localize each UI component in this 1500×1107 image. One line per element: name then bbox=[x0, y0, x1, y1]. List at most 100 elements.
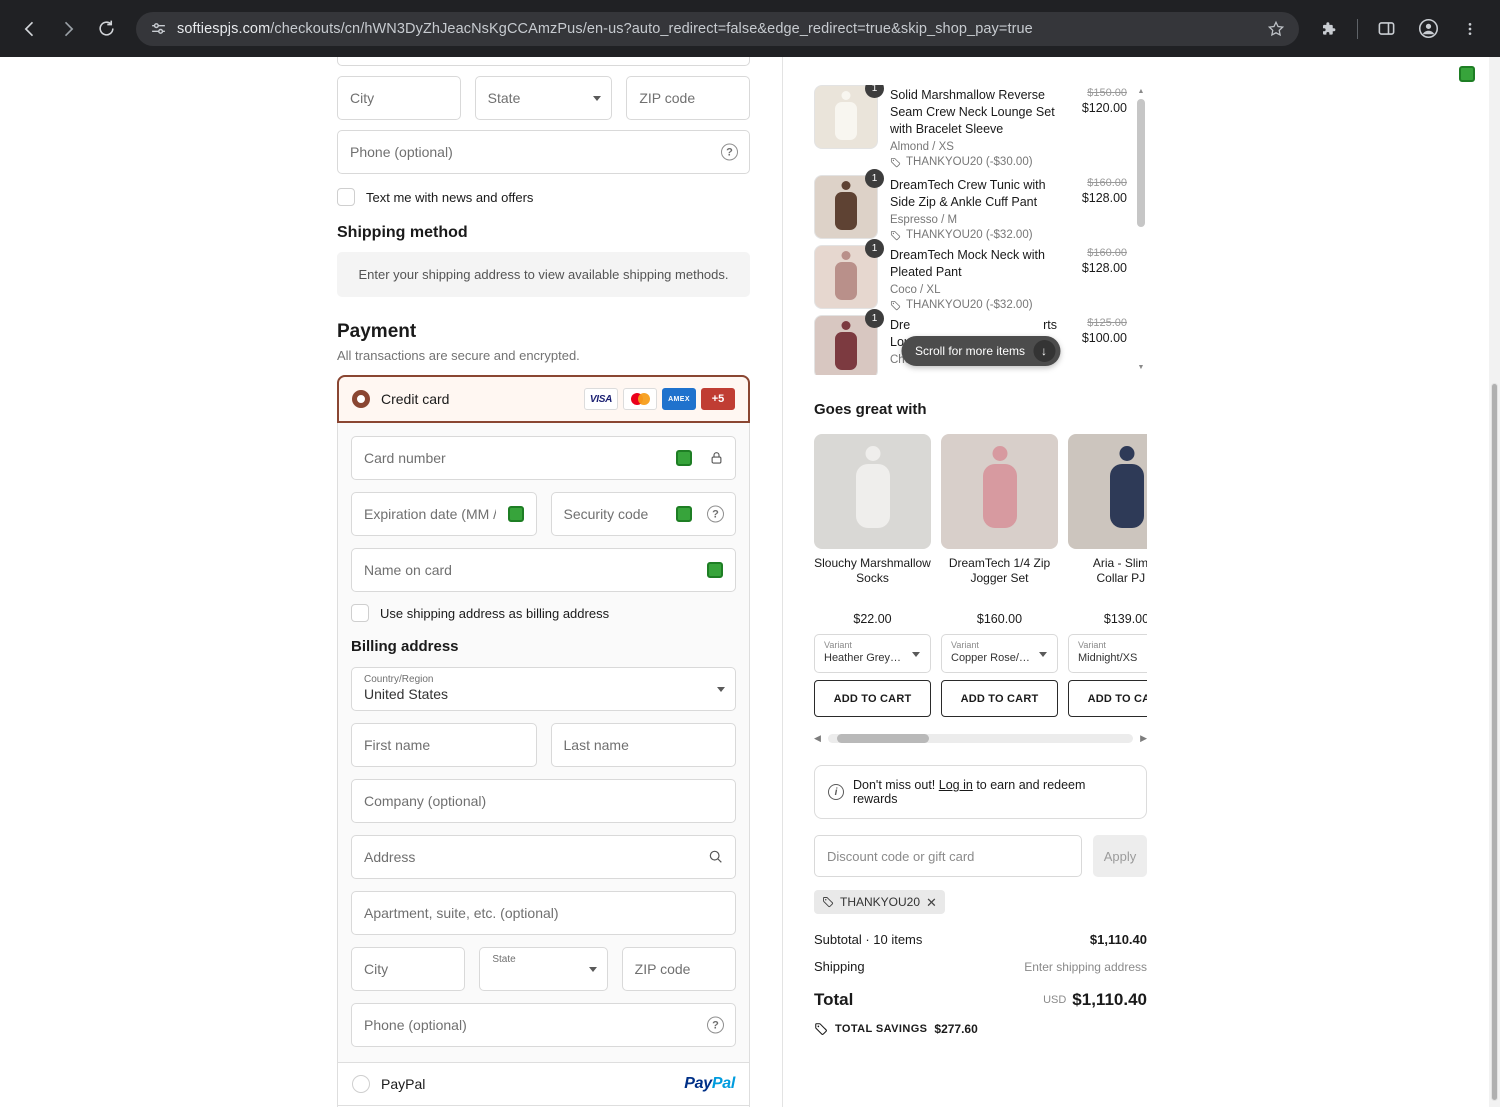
browser-toolbar: softiespjs.com/checkouts/cn/hWN3DyZhJeac… bbox=[0, 0, 1500, 57]
upsell-scrollbar[interactable]: ◀ ▶ bbox=[814, 731, 1147, 745]
original-price: $150.00 bbox=[1087, 87, 1127, 99]
current-price: $128.00 bbox=[1081, 191, 1127, 205]
subtotal-label: Subtotal · 10 items bbox=[814, 932, 923, 947]
variant-label: Variant bbox=[824, 640, 852, 650]
rewards-banner: i Don't miss out! Log in to earn and red… bbox=[814, 765, 1147, 819]
billing-company-input[interactable] bbox=[351, 779, 736, 823]
discount-row: Apply bbox=[814, 835, 1147, 877]
autofill-extension-icon[interactable] bbox=[507, 506, 524, 522]
upsell-card: Aria - Slim NCollar PJ S $139.00 Variant… bbox=[1068, 434, 1147, 717]
add-to-cart-button[interactable]: ADD TO CART bbox=[1068, 680, 1147, 717]
profile-icon[interactable] bbox=[1410, 11, 1446, 47]
amex-icon: AMEX bbox=[662, 388, 696, 410]
scroll-left-arrow-icon[interactable]: ◀ bbox=[814, 733, 821, 744]
back-button[interactable] bbox=[12, 11, 48, 47]
billing-state-select[interactable]: State bbox=[479, 947, 608, 991]
billing-phone-input[interactable] bbox=[351, 1003, 736, 1047]
cart-scrollbar-thumb[interactable] bbox=[1137, 99, 1145, 227]
extension-overlay-icon[interactable] bbox=[1459, 66, 1475, 82]
billing-address-input[interactable] bbox=[351, 835, 736, 879]
payment-title: Payment bbox=[337, 321, 417, 342]
scroll-up-arrow-icon[interactable]: ▲ bbox=[1138, 87, 1145, 97]
address-bar[interactable]: softiespjs.com/checkouts/cn/hWN3DyZhJeac… bbox=[136, 11, 1299, 46]
apply-discount-button[interactable]: Apply bbox=[1093, 835, 1147, 877]
security-code-help-icon[interactable]: ? bbox=[707, 505, 724, 523]
autofill-extension-icon[interactable] bbox=[707, 562, 723, 578]
scroll-right-arrow-icon[interactable]: ▶ bbox=[1140, 733, 1147, 744]
discount-code-input[interactable] bbox=[814, 835, 1082, 877]
site-info-icon[interactable] bbox=[150, 20, 167, 37]
scroll-down-arrow-icon[interactable]: ▼ bbox=[1138, 363, 1145, 373]
upsell-product-price: $139.00 bbox=[1103, 612, 1147, 626]
variant-select[interactable]: Variant Copper Rose/… bbox=[941, 634, 1058, 673]
toolbar-divider bbox=[1357, 18, 1358, 39]
billing-same-checkbox[interactable] bbox=[351, 604, 369, 622]
product-photo bbox=[835, 262, 857, 300]
shipping-phone-input[interactable] bbox=[337, 130, 750, 174]
cart-item-title: DreamTech Mock Neck with Pleated Pant bbox=[890, 248, 1045, 279]
upsell-product-price: $22.00 bbox=[853, 612, 892, 626]
menu-icon[interactable] bbox=[1452, 11, 1488, 47]
page-scrollbar[interactable] bbox=[1489, 57, 1500, 1107]
add-to-cart-button[interactable]: ADD TO CART bbox=[814, 680, 931, 717]
shipping-city-input[interactable] bbox=[337, 76, 461, 120]
cart-list-scrollbar[interactable]: ▲ ▼ bbox=[1135, 87, 1147, 373]
cart-item-title: DreamTech Crew Tunic with Side Zip & Ank… bbox=[890, 178, 1046, 209]
cart-items-list[interactable]: 1 Solid Marshmallow Reverse Seam Crew Ne… bbox=[814, 85, 1147, 375]
cart-item-prices: $125.00 $100.00 bbox=[1071, 315, 1127, 375]
cart-item: 1 DreamTech Crew Tunic with Side Zip & A… bbox=[814, 169, 1127, 241]
billing-city-input[interactable] bbox=[351, 947, 466, 991]
total-label: Total bbox=[814, 990, 854, 1009]
paypal-radio[interactable] bbox=[352, 1075, 370, 1093]
upsell-product-image bbox=[941, 434, 1058, 549]
upsell-scrollbar-thumb[interactable] bbox=[836, 733, 929, 743]
address-field-partial[interactable] bbox=[337, 57, 750, 66]
autofill-extension-icon[interactable] bbox=[676, 450, 692, 466]
billing-apartment-input[interactable] bbox=[351, 891, 736, 935]
credit-card-radio[interactable] bbox=[352, 390, 370, 408]
savings-value: $277.60 bbox=[934, 1022, 978, 1036]
billing-first-name-input[interactable] bbox=[351, 723, 537, 767]
billing-zip-input[interactable] bbox=[621, 947, 736, 991]
payment-subtitle: All transactions are secure and encrypte… bbox=[337, 348, 580, 363]
news-optin-checkbox[interactable] bbox=[337, 188, 355, 206]
autofill-extension-icon[interactable] bbox=[676, 506, 692, 522]
product-thumbnail: 1 bbox=[814, 239, 884, 309]
scroll-more-label: Scroll for more items bbox=[914, 344, 1026, 358]
current-price: $128.00 bbox=[1081, 261, 1127, 275]
credit-card-option[interactable]: Credit card VISA AMEX +5 bbox=[337, 375, 750, 423]
shipping-zip-input[interactable] bbox=[626, 76, 751, 120]
total-row: Total USD $1,110.40 bbox=[814, 990, 1147, 1010]
billing-last-name-input[interactable] bbox=[550, 723, 736, 767]
forward-button[interactable] bbox=[50, 11, 86, 47]
scroll-more-tooltip[interactable]: Scroll for more items ↓ bbox=[900, 336, 1061, 366]
phone-help-icon[interactable]: ? bbox=[721, 143, 738, 161]
country-region-value: United States bbox=[364, 686, 449, 702]
visa-icon: VISA bbox=[584, 388, 618, 410]
shipping-state-select[interactable]: State bbox=[474, 76, 613, 120]
remove-discount-icon[interactable]: ✕ bbox=[926, 896, 937, 909]
tag-icon bbox=[815, 1023, 827, 1035]
news-optin-row[interactable]: Text me with news and offers bbox=[337, 188, 750, 206]
variant-label: Variant bbox=[1078, 640, 1106, 650]
name-on-card-input[interactable] bbox=[351, 548, 736, 592]
cart-item: 1 Solid Marshmallow Reverse Seam Crew Ne… bbox=[814, 85, 1127, 168]
cart-item-title: Solid Marshmallow Reverse Seam Crew Neck… bbox=[890, 88, 1055, 136]
extensions-icon[interactable] bbox=[1311, 11, 1347, 47]
order-summary-pane: 1 Solid Marshmallow Reverse Seam Crew Ne… bbox=[782, 57, 1500, 1107]
original-price: $160.00 bbox=[1087, 177, 1127, 189]
reload-button[interactable] bbox=[88, 11, 124, 47]
add-to-cart-button[interactable]: ADD TO CART bbox=[941, 680, 1058, 717]
variant-select[interactable]: Variant Midnight/XS bbox=[1068, 634, 1147, 673]
billing-same-row[interactable]: Use shipping address as billing address bbox=[351, 604, 736, 622]
card-brand-badges: VISA AMEX +5 bbox=[584, 388, 735, 410]
credit-card-label: Credit card bbox=[381, 391, 450, 407]
paypal-option[interactable]: PayPal PayPal bbox=[338, 1063, 749, 1105]
billing-country-select[interactable]: Country/Region United States bbox=[351, 667, 736, 711]
bookmark-star-icon[interactable] bbox=[1267, 20, 1285, 38]
billing-phone-help-icon[interactable]: ? bbox=[707, 1016, 724, 1034]
log-in-link[interactable]: Log in bbox=[939, 778, 973, 792]
variant-select[interactable]: Variant Heather Grey… bbox=[814, 634, 931, 673]
page-scrollbar-thumb[interactable] bbox=[1491, 383, 1498, 1101]
side-panel-icon[interactable] bbox=[1368, 11, 1404, 47]
